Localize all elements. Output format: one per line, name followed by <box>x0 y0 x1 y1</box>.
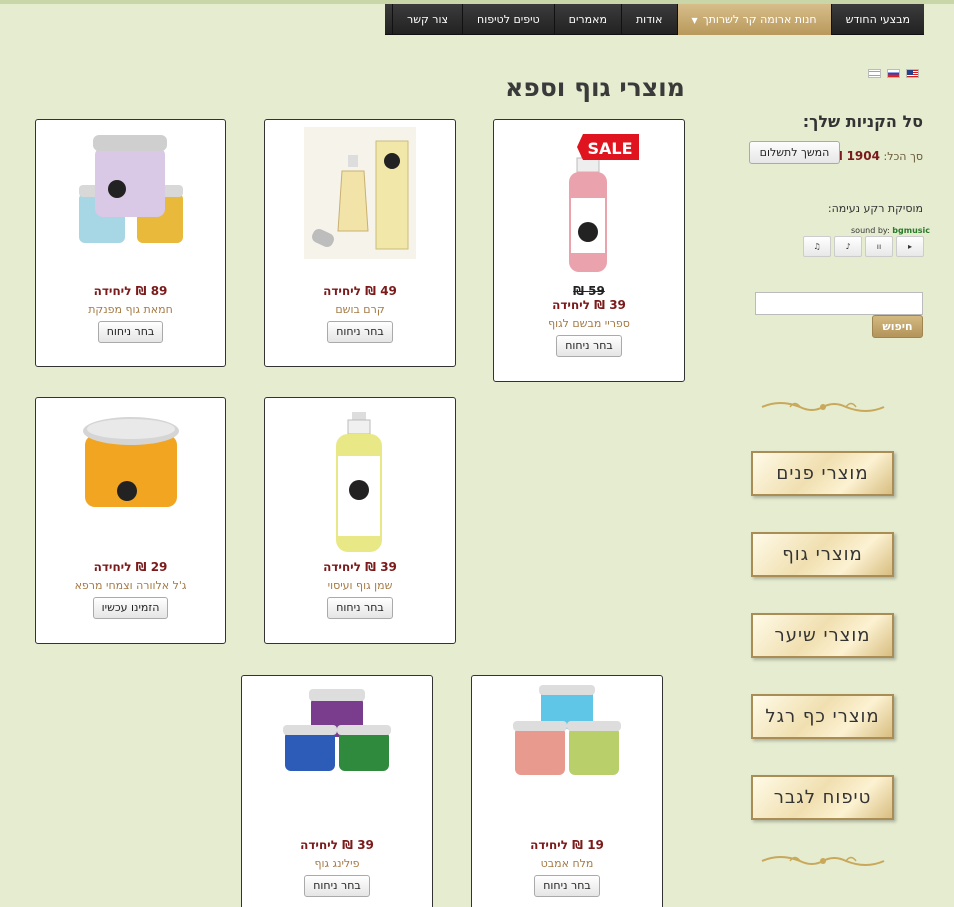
product-card: 19 ₪ ליחידה מלח אמבט בחר ניחוח <box>471 675 663 907</box>
product-name[interactable]: שמן גוף ועיסוי <box>265 579 455 592</box>
product-image-spray[interactable]: SALE <box>533 127 645 279</box>
category-body-button[interactable]: מוצרי גוף <box>751 532 894 577</box>
ornament-divider-icon <box>761 402 885 412</box>
sound-by-label: sound by: <box>851 226 890 235</box>
product-price: 39 ₪ ליחידה <box>552 298 626 312</box>
category-hair-button[interactable]: מוצרי שיער <box>751 613 894 658</box>
sound-by-credit[interactable]: sound by: bgmusic <box>851 226 930 235</box>
product-old-price: 59 ₪ <box>573 284 605 298</box>
choose-scent-button[interactable]: בחר ניחוח <box>304 875 370 897</box>
product-card: 29 ₪ ליחידה ג'ל אלוורה וצמחי מרפא הזמינו… <box>35 397 226 644</box>
music-label: מוסיקת רקע נעימה: <box>827 202 923 215</box>
product-card: 89 ₪ ליחידה חמאת גוף מפנקת בחר ניחוח <box>35 119 226 367</box>
product-image-aloe-gel[interactable] <box>74 405 187 537</box>
bgmusic-brand: bgmusic <box>892 226 931 235</box>
israel-flag-icon[interactable] <box>868 69 881 78</box>
choose-scent-button[interactable]: בחר ניחוח <box>327 597 393 619</box>
product-card: 39 ₪ ליחידה פילינג גוף בחר ניחוח <box>241 675 433 907</box>
choose-scent-button[interactable]: בחר ניחוח <box>534 875 600 897</box>
product-name[interactable]: קרם בושם <box>265 303 455 316</box>
product-price: 89 ₪ ליחידה <box>93 284 168 298</box>
product-price: 29 ₪ ליחידה <box>93 560 168 574</box>
category-foot-button[interactable]: מוצרי כף רגל <box>751 694 894 739</box>
language-flags <box>868 69 919 78</box>
category-face-button[interactable]: מוצרי פנים <box>751 451 894 496</box>
product-card: SALE 59 ₪ 39 ₪ ליחידה ספריי מבשם לגוף בח… <box>493 119 685 382</box>
product-name[interactable]: מלח אמבט <box>472 857 662 870</box>
product-price: 39 ₪ ליחידה <box>323 560 397 574</box>
product-card: 49 ₪ ליחידה קרם בושם בחר ניחוח <box>264 119 456 367</box>
product-name[interactable]: ג'ל אלוורה וצמחי מרפא <box>36 579 225 592</box>
sale-badge: SALE <box>587 139 632 158</box>
nav-item-tips[interactable]: טיפים לטיפוח <box>462 4 554 35</box>
cart-total: סך הכל: 1904 ₪ <box>832 149 923 163</box>
russia-flag-icon[interactable] <box>887 69 900 78</box>
product-name[interactable]: ספריי מבשם לגוף <box>494 317 684 330</box>
order-now-button[interactable]: הזמינו עכשיו <box>92 597 169 619</box>
nav-item-contact[interactable]: צור קשר <box>392 4 462 35</box>
product-image-body-butter[interactable] <box>74 127 187 259</box>
product-price: 49 ₪ ליחידה <box>323 284 397 298</box>
cart-title: סל הקניות שלך: <box>802 112 923 131</box>
nav-item-store-label: חנות ארומה קר לשרותך <box>702 13 817 26</box>
main-nav: מבצעי החודש חנות ארומה קר לשרותך▼ אודות … <box>385 4 924 35</box>
product-price: 39 ₪ ליחידה <box>300 838 374 852</box>
ornament-divider-icon <box>761 856 885 866</box>
product-card: 39 ₪ ליחידה שמן גוף ועיסוי בחר ניחוח <box>264 397 456 644</box>
cart-total-label: סך הכל: <box>883 150 923 163</box>
usa-flag-icon[interactable] <box>906 69 919 78</box>
choose-scent-button[interactable]: בחר ניחוח <box>556 335 622 357</box>
nav-item-monthly-deals[interactable]: מבצעי החודש <box>830 4 924 35</box>
pause-icon[interactable]: ıı <box>865 236 893 257</box>
product-image-perfume-cream[interactable] <box>304 127 416 259</box>
product-name[interactable]: חמאת גוף מפנקת <box>36 303 225 316</box>
checkout-button[interactable]: המשך לתשלום <box>749 141 840 164</box>
play-icon[interactable]: ▸ <box>896 236 924 257</box>
product-image-massage-oil[interactable] <box>304 405 416 557</box>
nav-item-about[interactable]: אודות <box>620 4 677 35</box>
page-title: מוצרי גוף וספא <box>505 73 685 102</box>
product-name[interactable]: פילינג גוף <box>242 857 432 870</box>
music-controls: ♫ ♪ ıı ▸ <box>803 236 924 257</box>
category-men-button[interactable]: טיפוח לגבר <box>751 775 894 820</box>
caret-down-icon: ▼ <box>691 16 698 25</box>
search-button[interactable]: חיפוש <box>872 315 923 338</box>
product-image-body-peeling[interactable] <box>281 683 393 783</box>
nav-item-store[interactable]: חנות ארומה קר לשרותך ▼ <box>676 4 831 35</box>
nav-item-articles[interactable]: מאמרים <box>553 4 621 35</box>
choose-scent-button[interactable]: בחר ניחוח <box>97 321 164 343</box>
music-note-icon[interactable]: ♫ <box>803 236 831 257</box>
search-input[interactable] <box>755 292 923 315</box>
product-image-bath-salt[interactable] <box>511 683 623 783</box>
choose-scent-button[interactable]: בחר ניחוח <box>327 321 393 343</box>
music-note-single-icon[interactable]: ♪ <box>834 236 862 257</box>
product-price: 19 ₪ ליחידה <box>530 838 604 852</box>
